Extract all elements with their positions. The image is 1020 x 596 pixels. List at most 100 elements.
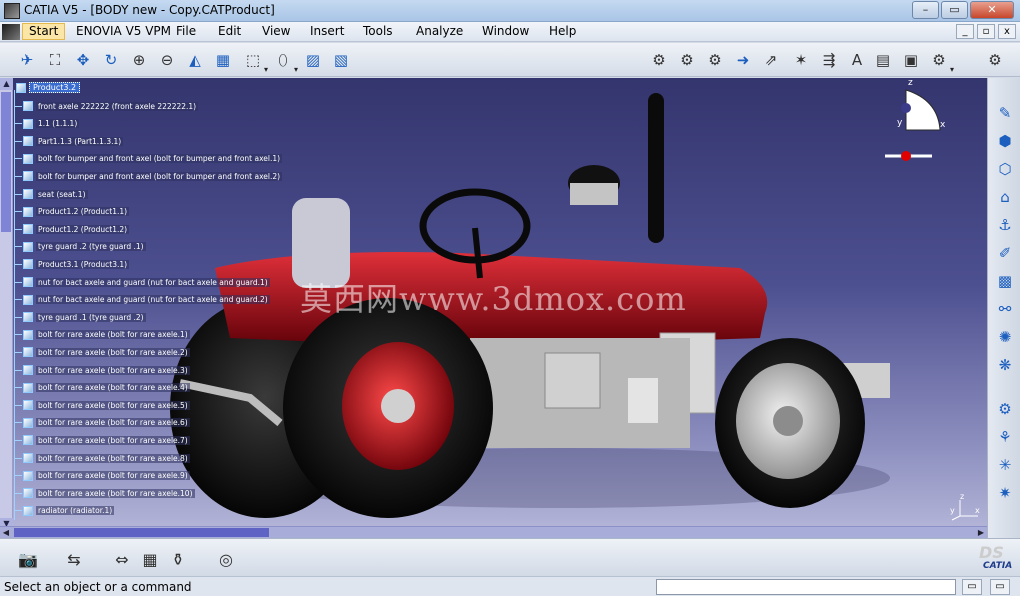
update-product-icon[interactable]: ⇆: [62, 547, 86, 571]
tree-node-label[interactable]: 1.1 (1.1.1): [36, 119, 80, 129]
specification-tree[interactable]: Product3.2 front axele 222222 (front axe…: [0, 78, 300, 538]
tree-node-label[interactable]: bolt for bumper and front axel (bolt for…: [36, 154, 283, 164]
tree-node-label[interactable]: bolt for rare axele (bolt for rare axele…: [36, 330, 190, 340]
doc-close-button[interactable]: x: [998, 24, 1016, 39]
menu-window[interactable]: Window: [482, 24, 529, 38]
measure-icon[interactable]: ▣: [900, 49, 922, 71]
refresh-spin-icon[interactable]: ◎: [214, 547, 238, 571]
zoom-out-icon[interactable]: ⊖: [156, 49, 178, 71]
engine-filter[interactable]: [628, 378, 658, 423]
fit-all-icon[interactable]: ⛶: [44, 49, 66, 71]
tree-node-label[interactable]: Part1.1.3 (Part1.1.3.1): [36, 136, 124, 146]
status-window-icon[interactable]: ▭: [962, 579, 982, 595]
tree-node[interactable]: Product1.2 (Product1.1): [14, 204, 130, 220]
tree-node-label[interactable]: nut for bact axele and guard (nut for ba…: [36, 277, 270, 287]
tree-node-label[interactable]: bolt for rare axele (bolt for rare axele…: [36, 435, 190, 445]
tree-node[interactable]: Product1.2 (Product1.2): [14, 221, 130, 237]
annotation-icon[interactable]: A: [846, 49, 868, 71]
tree-node[interactable]: bolt for rare axele (bolt for rare axele…: [14, 432, 190, 448]
fly-mode-icon[interactable]: ✈: [16, 49, 38, 71]
tree-node[interactable]: bolt for bumper and front axel (bolt for…: [14, 151, 283, 167]
manage-representations-icon[interactable]: ✺: [994, 326, 1016, 348]
close-button[interactable]: ✕: [970, 1, 1014, 19]
tree-vertical-scrollbar[interactable]: ▲ ▼: [0, 78, 13, 530]
iso-view-icon[interactable]: ⬚ ▾: [242, 49, 268, 74]
product-tool-3-icon[interactable]: ⚙: [704, 49, 726, 71]
vertical-scroll-thumb[interactable]: [1, 92, 11, 232]
status-output-icon[interactable]: ▭: [990, 579, 1010, 595]
tree-node-label[interactable]: bolt for rare axele (bolt for rare axele…: [36, 488, 195, 498]
update-icon[interactable]: ➜: [732, 49, 754, 71]
tree-node[interactable]: 1.1 (1.1.1): [14, 116, 80, 132]
tree-root-label[interactable]: Product3.2: [29, 82, 81, 93]
scroll-right-arrow-icon[interactable]: ▶: [975, 527, 987, 538]
swap-visible-space-icon[interactable]: ▧: [330, 49, 352, 71]
tree-node[interactable]: bolt for rare axele (bolt for rare axele…: [14, 327, 190, 343]
explode-component-icon[interactable]: ✳: [994, 454, 1016, 476]
product-tool-1-icon[interactable]: ⚙: [648, 49, 670, 71]
scroll-left-arrow-icon[interactable]: ◀: [0, 527, 12, 538]
menu-start[interactable]: Start: [22, 23, 66, 40]
selective-load-icon[interactable]: ⚯: [994, 298, 1016, 320]
menu-edit[interactable]: Edit: [218, 24, 241, 38]
tree-node-label[interactable]: bolt for bumper and front axel (bolt for…: [36, 171, 283, 181]
snap-component-icon[interactable]: ⚘: [994, 426, 1016, 448]
tree-node[interactable]: bolt for rare axele (bolt for rare axele…: [14, 485, 195, 501]
measure-inertia-icon[interactable]: ⚱: [166, 547, 190, 571]
tree-node[interactable]: bolt for rare axele (bolt for rare axele…: [14, 415, 190, 431]
3d-viewport[interactable]: 莫西网www.3dmox.com z x y z x y Product3.2: [0, 78, 987, 538]
measure-item-icon[interactable]: ▦: [138, 547, 162, 571]
normal-view-icon[interactable]: ◭: [184, 49, 206, 71]
doc-restore-button[interactable]: ▫: [977, 24, 995, 39]
menu-view[interactable]: View: [262, 24, 290, 38]
tree-node-label[interactable]: bolt for rare axele (bolt for rare axele…: [36, 400, 190, 410]
tree-node[interactable]: front axele 222222 (front axele 222222.1…: [14, 98, 199, 114]
settings-gear-icon[interactable]: ⚙: [984, 49, 1006, 71]
power-input-field[interactable]: [656, 579, 956, 595]
tree-node-label[interactable]: Product1.2 (Product1.2): [36, 224, 130, 234]
shading-icon[interactable]: ⬯ ▾: [272, 49, 298, 74]
tree-root[interactable]: Product3.2: [16, 82, 81, 93]
multi-instantiation-icon[interactable]: ❋: [994, 354, 1016, 376]
exhaust-pipe[interactable]: [648, 93, 664, 243]
menu-insert[interactable]: Insert: [310, 24, 344, 38]
existing-component-icon[interactable]: ⌂: [994, 186, 1016, 208]
tree-node-label[interactable]: seat (seat.1): [36, 189, 88, 199]
tree-node-label[interactable]: radiator (radiator.1): [36, 506, 115, 516]
tree-node-label[interactable]: tyre guard .2 (tyre guard .1): [36, 242, 146, 252]
menu-tools[interactable]: Tools: [363, 24, 393, 38]
graph-tree-reordering-icon[interactable]: ✐: [994, 242, 1016, 264]
tree-node[interactable]: nut for bact axele and guard (nut for ba…: [14, 274, 270, 290]
tree-node[interactable]: nut for bact axele and guard (nut for ba…: [14, 292, 270, 308]
maximize-button[interactable]: ▭: [941, 1, 968, 19]
catia-menu-logo-icon[interactable]: [2, 24, 20, 40]
rotate-icon[interactable]: ↻: [100, 49, 122, 71]
tree-node[interactable]: tyre guard .2 (tyre guard .1): [14, 239, 146, 255]
tree-node[interactable]: Part1.1.3 (Part1.1.3.1): [14, 133, 124, 149]
product-tool-2-icon[interactable]: ⚙: [676, 49, 698, 71]
tree-node[interactable]: bolt for rare axele (bolt for rare axele…: [14, 450, 190, 466]
tree-node[interactable]: bolt for rare axele (bolt for rare axele…: [14, 380, 190, 396]
tree-node[interactable]: bolt for rare axele (bolt for rare axele…: [14, 362, 190, 378]
camera-capture-icon[interactable]: 📷: [16, 547, 40, 571]
tree-node[interactable]: Product3.1 (Product3.1): [14, 256, 130, 272]
new-part-icon[interactable]: ⬡: [994, 158, 1016, 180]
hide-show-icon[interactable]: ▨: [302, 49, 324, 71]
tree-node[interactable]: bolt for rare axele (bolt for rare axele…: [14, 468, 190, 484]
catalog-icon[interactable]: ▤: [872, 49, 894, 71]
sectioning-icon[interactable]: ⚙ ▾: [928, 49, 954, 74]
new-product-icon[interactable]: ⬢: [994, 130, 1016, 152]
new-component-icon[interactable]: ✎: [994, 102, 1016, 124]
stop-manipulate-icon[interactable]: ✷: [994, 482, 1016, 504]
tree-node-label[interactable]: bolt for rare axele (bolt for rare axele…: [36, 471, 190, 481]
minimize-button[interactable]: –: [912, 1, 939, 19]
tree-node-label[interactable]: tyre guard .1 (tyre guard .2): [36, 312, 146, 322]
scroll-up-arrow-icon[interactable]: ▲: [0, 78, 13, 90]
doc-minimize-button[interactable]: _: [956, 24, 974, 39]
pan-icon[interactable]: ✥: [72, 49, 94, 71]
tree-node-label[interactable]: bolt for rare axele (bolt for rare axele…: [36, 365, 190, 375]
tree-node-label[interactable]: nut for bact axele and guard (nut for ba…: [36, 295, 270, 305]
explode-icon[interactable]: ✶: [790, 49, 812, 71]
horizontal-scrollbar[interactable]: ◀ ▶: [0, 526, 987, 538]
catia-app-icon[interactable]: [4, 3, 20, 19]
